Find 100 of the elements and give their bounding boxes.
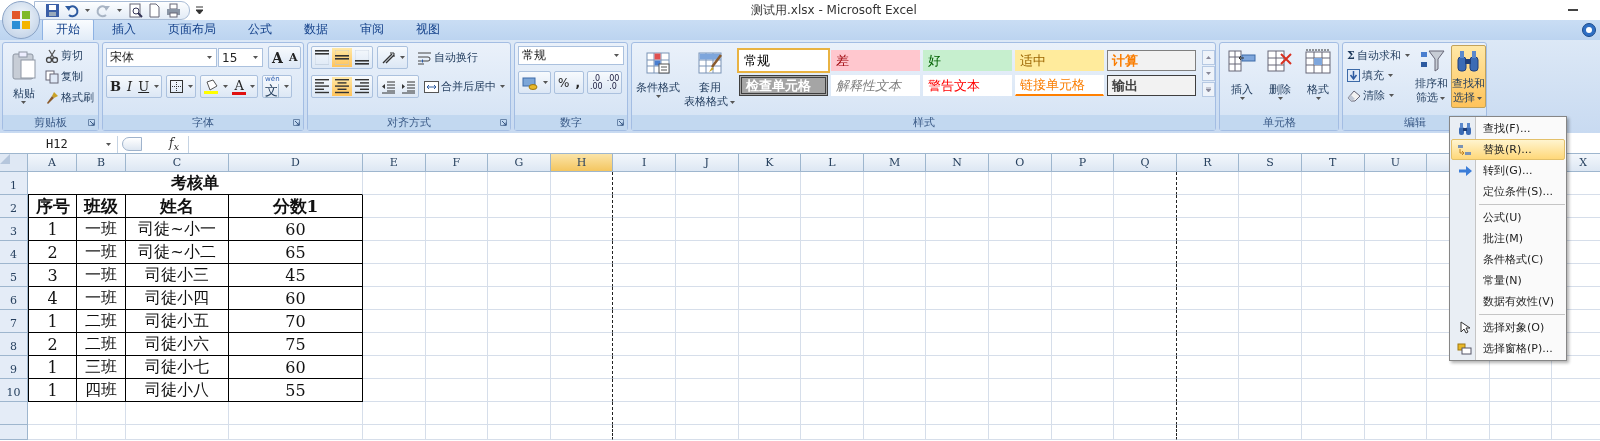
clear-button[interactable]: 清除 xyxy=(1346,86,1413,105)
dialog-launcher[interactable] xyxy=(88,119,95,126)
cell-style-item[interactable]: 解释性文本 xyxy=(831,75,920,96)
merge-center-button[interactable]: 合并后居中 xyxy=(423,77,508,96)
row-header[interactable]: 1 xyxy=(10,179,17,192)
italic-button[interactable]: I xyxy=(124,77,136,96)
menu-item[interactable]: 常量(N) xyxy=(1451,270,1565,291)
column-header[interactable]: N xyxy=(926,154,989,172)
comma-button[interactable]: , xyxy=(572,73,583,92)
cells-button[interactable]: 插入 xyxy=(1226,46,1258,103)
autosum-button[interactable]: Σ 自动求和 xyxy=(1346,46,1413,65)
bold-button[interactable]: B xyxy=(107,77,124,96)
customize-toolbar-button[interactable] xyxy=(196,6,203,14)
column-header[interactable]: P xyxy=(1051,154,1115,172)
format-as-table-button[interactable]: 套用 表格格式 xyxy=(684,46,736,112)
column-header[interactable]: F xyxy=(425,154,489,172)
column-header[interactable]: J xyxy=(675,154,739,172)
insert-function-button[interactable]: f$_{x}$ xyxy=(160,135,188,153)
find-select-button[interactable]: 查找和 选择 xyxy=(1450,45,1486,108)
cut-button[interactable]: 剪切 xyxy=(44,46,95,65)
copy-button[interactable]: 复制 xyxy=(44,67,95,86)
save-button[interactable] xyxy=(45,2,60,18)
cell-style-item[interactable]: 适中 xyxy=(1015,50,1104,71)
menu-item[interactable]: 条件格式(C) xyxy=(1451,249,1565,270)
sort-filter-button[interactable]: 排序和 筛选 xyxy=(1414,45,1449,108)
row-header[interactable]: 7 xyxy=(10,317,17,330)
format-painter-button[interactable]: 格式刷 xyxy=(44,88,95,107)
font-size-field[interactable]: 15 xyxy=(218,48,263,67)
minimize-button[interactable] xyxy=(1568,8,1578,12)
grow-font-button[interactable]: A xyxy=(269,48,286,67)
name-box[interactable]: H12 xyxy=(0,135,118,153)
column-header[interactable]: G xyxy=(488,154,551,172)
ribbon-tab[interactable]: 视图 xyxy=(402,18,454,40)
number-format-field[interactable]: 常规 xyxy=(518,46,624,65)
column-header[interactable]: D xyxy=(229,154,363,172)
paste-button[interactable]: 粘贴 xyxy=(6,46,41,107)
dialog-launcher[interactable] xyxy=(500,119,507,126)
ribbon-tab[interactable]: 数据 xyxy=(290,18,342,40)
help-button[interactable] xyxy=(1582,23,1596,37)
menu-item[interactable]: 数据有效性(V) xyxy=(1451,291,1565,312)
column-header[interactable]: K xyxy=(738,154,802,172)
align-button[interactable] xyxy=(312,77,332,96)
percent-button[interactable]: % xyxy=(555,73,573,92)
ribbon-tab[interactable]: 公式 xyxy=(234,18,286,40)
align-button[interactable] xyxy=(332,77,352,96)
cell-style-item[interactable]: 警告文本 xyxy=(923,75,1012,96)
ribbon-tab[interactable]: 开始 xyxy=(42,18,94,40)
align-button[interactable] xyxy=(312,48,332,67)
row-header[interactable]: 5 xyxy=(10,271,17,284)
ribbon-tab[interactable]: 插入 xyxy=(98,18,150,40)
ribbon-tab[interactable]: 页面布局 xyxy=(154,18,230,40)
formula-bar-toggle[interactable] xyxy=(122,137,142,151)
row-header[interactable]: 2 xyxy=(10,202,17,215)
menu-item[interactable]: 定位条件(S)... xyxy=(1451,181,1565,202)
increase-decimal-button[interactable]: .0 .00 xyxy=(587,74,605,91)
align-button[interactable] xyxy=(332,48,352,67)
conditional-formatting-button[interactable]: 条件格式 xyxy=(635,46,681,101)
column-header[interactable]: Q xyxy=(1114,154,1177,172)
column-header[interactable]: H xyxy=(550,154,614,172)
row-header[interactable]: 3 xyxy=(10,225,17,238)
cells-button[interactable]: 格式 xyxy=(1302,46,1334,103)
dialog-launcher[interactable] xyxy=(293,119,300,126)
menu-item[interactable]: 转到(G)... xyxy=(1451,160,1565,181)
row-header[interactable]: 8 xyxy=(10,340,17,353)
shrink-font-button[interactable]: A xyxy=(285,48,301,67)
undo-button[interactable] xyxy=(64,2,79,18)
wrap-text-button[interactable]: 自动换行 xyxy=(416,48,479,67)
menu-item[interactable]: 选择对象(O) xyxy=(1451,317,1565,338)
print-preview-button[interactable] xyxy=(128,2,143,18)
fill-button[interactable]: 填充 xyxy=(1346,66,1413,85)
gallery-more-button[interactable] xyxy=(1202,82,1215,97)
cell-style-item[interactable]: 差 xyxy=(831,50,920,71)
row-header[interactable]: 6 xyxy=(10,294,17,307)
column-header[interactable]: O xyxy=(988,154,1052,172)
column-header[interactable]: L xyxy=(801,154,864,172)
menu-item[interactable]: 公式(U) xyxy=(1451,207,1565,228)
column-header[interactable]: S xyxy=(1239,154,1302,172)
row-header[interactable]: 4 xyxy=(10,248,17,261)
column-header[interactable]: E xyxy=(363,154,426,172)
decrease-decimal-button[interactable]: .00 .0 xyxy=(604,74,622,91)
cells-button[interactable]: 删除 xyxy=(1264,46,1296,103)
column-header[interactable]: C xyxy=(126,154,229,172)
cell-style-item[interactable]: 常规 xyxy=(739,50,828,71)
align-button[interactable] xyxy=(352,77,372,96)
font-name-field[interactable]: 宋体 xyxy=(106,48,217,67)
underline-button[interactable]: U xyxy=(135,77,153,96)
dialog-launcher[interactable] xyxy=(617,119,624,126)
align-button[interactable] xyxy=(352,48,372,67)
cell-style-item[interactable]: 输出 xyxy=(1107,75,1196,96)
menu-item[interactable]: 批注(M) xyxy=(1451,228,1565,249)
column-header[interactable]: T xyxy=(1301,154,1365,172)
menu-item[interactable]: 选择窗格(P)... xyxy=(1451,338,1565,359)
column-header[interactable]: M xyxy=(863,154,927,172)
column-header[interactable]: A xyxy=(28,154,77,172)
menu-item[interactable]: 查找(F)... xyxy=(1451,118,1565,139)
column-header[interactable]: R xyxy=(1176,154,1240,172)
column-header[interactable]: B xyxy=(77,154,126,172)
row-header[interactable]: 9 xyxy=(10,363,17,376)
column-header[interactable]: I xyxy=(613,154,676,172)
printer-button[interactable] xyxy=(166,2,181,18)
